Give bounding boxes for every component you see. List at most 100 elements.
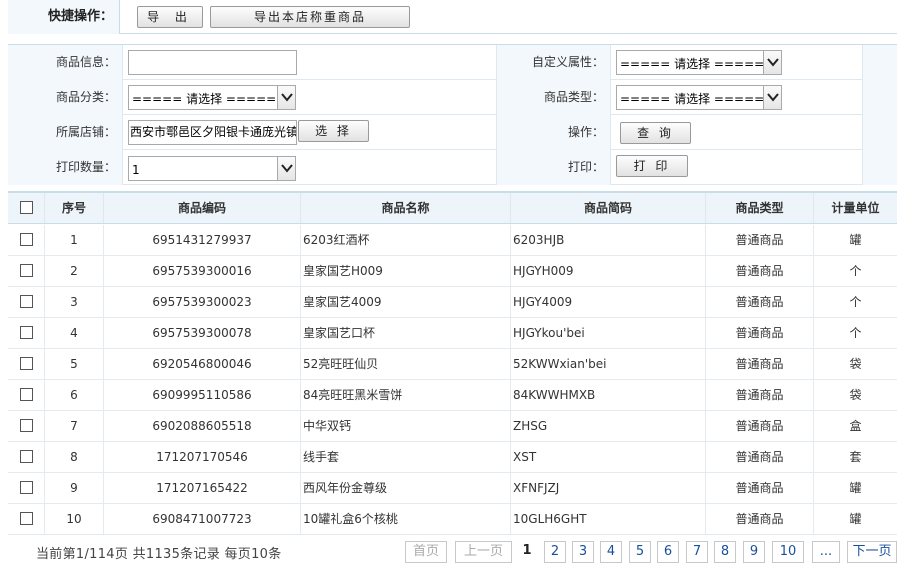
next-page-button[interactable]: 下一页: [847, 541, 897, 563]
row-select-cell: [8, 411, 45, 441]
row-tail: [862, 45, 897, 80]
cell-code: 6902088605518: [104, 411, 301, 441]
cell-type: 普通商品: [706, 380, 814, 410]
page-link-4[interactable]: 4: [600, 541, 622, 563]
cell-code: 6920546800046: [104, 349, 301, 379]
cell-unit: 罐: [849, 512, 862, 526]
col-header-short-code: 商品简码: [511, 193, 706, 223]
type-select[interactable]: ===== 请选择 =====: [616, 85, 782, 110]
first-page-button[interactable]: 首页: [405, 541, 447, 563]
cell-name: 西风年份金尊级: [301, 473, 511, 503]
page-link-9[interactable]: 9: [743, 541, 765, 563]
cell-code: 6957539300023: [104, 287, 301, 317]
page-link-7[interactable]: 7: [686, 541, 708, 563]
page-link-10[interactable]: 10: [772, 541, 804, 563]
cell-index: 1: [45, 225, 104, 255]
col-header-code: 商品编码: [104, 193, 301, 223]
cell-short: 10GLH6GHT: [511, 504, 706, 534]
cell-unit: 盒: [849, 419, 862, 433]
cell-index: 2: [45, 256, 104, 286]
row-checkbox[interactable]: [19, 512, 33, 525]
chevron-down-icon: [277, 86, 295, 109]
cell-index: 8: [45, 442, 104, 472]
product-info-input[interactable]: [128, 50, 297, 75]
cell-short: XFNFJZJ: [511, 473, 706, 503]
cell-name: 10罐礼盒6个核桃: [301, 504, 511, 534]
table-row: 4 6957539300078 皇家国艺口杯 HJGYkou'bei 普通商品 个: [8, 318, 897, 349]
cell-short: HJGYH009: [511, 256, 706, 286]
col-header-index: 序号: [45, 193, 104, 223]
page-link-2[interactable]: 2: [544, 541, 566, 563]
cell-code: 6951431279937: [104, 225, 301, 255]
print-count-value: 1: [132, 163, 140, 177]
quick-ops-label: 快捷操作：: [8, 0, 120, 34]
row-select-cell: [8, 287, 45, 317]
row-checkbox[interactable]: [19, 295, 33, 308]
store-input[interactable]: 西安市鄠邑区夕阳银卡通庞光镇: [128, 120, 297, 145]
row-checkbox[interactable]: [19, 388, 33, 401]
cell-code: 6957539300078: [104, 318, 301, 348]
custom-attr-select[interactable]: ===== 请选择 =====: [616, 50, 782, 75]
product-table: 序号 商品编码 商品名称 商品简码 商品类型 计量单位 1 69514312799…: [8, 191, 897, 535]
row-select-cell: [8, 349, 45, 379]
row-checkbox[interactable]: [19, 233, 33, 246]
row-select-cell: [8, 473, 45, 503]
select-all-cell: [8, 193, 45, 223]
row-tail: [862, 150, 897, 185]
cell-type: 普通商品: [706, 287, 814, 317]
row-checkbox[interactable]: [19, 357, 33, 370]
print-label: 打印：: [496, 150, 611, 185]
page-link-8[interactable]: 8: [714, 541, 736, 563]
row-checkbox[interactable]: [19, 326, 33, 339]
cell-type: 普通商品: [706, 349, 814, 379]
print-count-select[interactable]: 1: [128, 156, 296, 181]
row-checkbox[interactable]: [19, 264, 33, 277]
choose-store-button[interactable]: 选 择: [298, 120, 369, 142]
type-value: ===== 请选择 =====: [620, 92, 765, 106]
row-select-cell: [8, 225, 45, 255]
export-button[interactable]: 导 出: [137, 6, 203, 28]
cell-unit: 套: [849, 450, 862, 464]
page-link-3[interactable]: 3: [572, 541, 594, 563]
row-checkbox[interactable]: [19, 481, 33, 494]
cell-name: 线手套: [301, 442, 511, 472]
type-label: 商品类型：: [496, 80, 611, 115]
page-link-5[interactable]: 5: [629, 541, 651, 563]
table-row: 8 171207170546 线手套 XST 普通商品 套: [8, 442, 897, 473]
row-checkbox[interactable]: [19, 419, 33, 432]
cell-unit: 个: [849, 264, 862, 278]
row-checkbox[interactable]: [19, 450, 33, 463]
cell-index: 7: [45, 411, 104, 441]
cell-unit: 个: [849, 326, 862, 340]
row-select-cell: [8, 380, 45, 410]
row-tail: [862, 115, 897, 150]
cell-code: 6908471007723: [104, 504, 301, 534]
form-row: 商品信息： 自定义属性： ===== 请选择 =====: [8, 45, 897, 80]
cell-index: 4: [45, 318, 104, 348]
product-info-label: 商品信息：: [8, 45, 123, 80]
table-row: 6 6909995110586 84亮旺旺黑米雪饼 84KWWHMXB 普通商品 袋: [8, 380, 897, 411]
cell-short: HJGYkou'bei: [511, 318, 706, 348]
print-button[interactable]: 打 印: [616, 155, 688, 177]
prev-page-button[interactable]: 上一页: [455, 541, 512, 563]
cell-name: 6203红酒杯: [301, 225, 511, 255]
export-weighed-products-button[interactable]: 导出本店称重商品: [210, 6, 410, 28]
cell-name: 中华双钙: [301, 411, 511, 441]
query-button[interactable]: 查 询: [620, 122, 691, 144]
cell-unit: 袋: [849, 357, 862, 371]
category-select[interactable]: ===== 请选择 =====: [128, 85, 296, 110]
cell-type: 普通商品: [706, 318, 814, 348]
cell-short: 6203HJB: [511, 225, 706, 255]
cell-short: XST: [511, 442, 706, 472]
row-select-cell: [8, 442, 45, 472]
filter-form: 商品信息： 自定义属性： ===== 请选择 ===== 商品分类： =====…: [8, 44, 897, 185]
cell-type: 普通商品: [706, 473, 814, 503]
col-header-name: 商品名称: [301, 193, 511, 223]
cell-index: 5: [45, 349, 104, 379]
current-page[interactable]: 1: [517, 541, 537, 563]
store-label: 所属店铺：: [8, 115, 123, 150]
select-all-checkbox[interactable]: [19, 201, 33, 214]
page-link-6[interactable]: 6: [657, 541, 679, 563]
col-header-unit: 计量单位: [831, 201, 880, 215]
more-pages-button[interactable]: ...: [812, 541, 840, 563]
